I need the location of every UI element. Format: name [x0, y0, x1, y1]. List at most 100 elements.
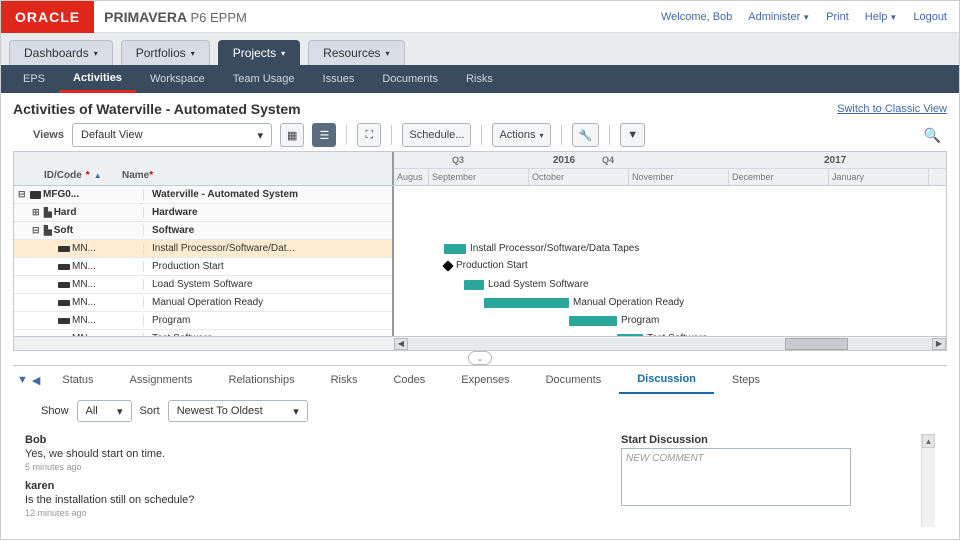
panel-prev-icon[interactable]: ◀ — [32, 374, 40, 387]
app-name: PRIMAVERA P6 EPPM — [104, 9, 247, 25]
row-id-text: MN... — [72, 333, 96, 336]
subnav-teamusage[interactable]: Team Usage — [219, 65, 309, 93]
quarter-label: Q4 — [599, 155, 694, 165]
search-icon[interactable]: 🔍 — [924, 127, 941, 144]
gantt-bar[interactable] — [484, 298, 569, 308]
splitter[interactable]: ⌄ — [13, 351, 947, 365]
collapse-panel-icon[interactable]: ▼ — [17, 374, 28, 386]
comment: BobYes, we should start on time.5 minute… — [25, 434, 601, 472]
activity-row[interactable]: MN...Program — [14, 312, 392, 330]
start-discussion-title: Start Discussion — [621, 434, 901, 446]
subnav-activities[interactable]: Activities — [59, 65, 136, 93]
gantt-bar[interactable] — [617, 334, 643, 336]
vertical-scrollbar[interactable]: ▲ — [921, 434, 935, 527]
column-name[interactable]: Name* — [114, 170, 392, 181]
dtab-documents[interactable]: Documents — [528, 366, 620, 394]
welcome-text: Welcome, Bob — [661, 11, 732, 23]
grid-view-button[interactable]: ▦ — [280, 123, 304, 147]
show-filter[interactable]: All ▾ — [77, 400, 132, 422]
settings-button[interactable]: 🔧 — [572, 123, 600, 147]
dtab-assignments[interactable]: Assignments — [112, 366, 211, 394]
caret-down-icon: ▾ — [540, 131, 544, 140]
dtab-expenses[interactable]: Expenses — [443, 366, 527, 394]
comment-author: Bob — [25, 434, 601, 446]
dtab-steps[interactable]: Steps — [714, 366, 778, 394]
dtab-relationships[interactable]: Relationships — [211, 366, 313, 394]
caret-down-icon: ▾ — [94, 49, 98, 58]
view-selector[interactable]: Default View ▾ — [72, 123, 272, 147]
activity-row[interactable]: MN...Test Software — [14, 330, 392, 336]
gantt-chart[interactable]: Install Processor/Software/Data TapesPro… — [394, 186, 946, 336]
activity-icon — [58, 264, 70, 270]
scroll-up-icon[interactable]: ▲ — [922, 434, 935, 448]
collapse-icon[interactable]: ⊟ — [18, 189, 28, 200]
dtab-discussion[interactable]: Discussion — [619, 366, 714, 394]
wbs-row[interactable]: ⊟▙ SoftSoftware — [14, 222, 392, 240]
subnav-eps[interactable]: EPS — [9, 65, 59, 93]
wbs-row[interactable]: ⊞▙ HardHardware — [14, 204, 392, 222]
bar-label: Production Start — [456, 260, 528, 271]
comment-author: karen — [25, 480, 601, 492]
fullscreen-button[interactable]: ⛶ — [357, 123, 381, 147]
row-id-text: MFG0... — [43, 189, 79, 200]
month-label: January — [829, 169, 929, 185]
scroll-thumb[interactable] — [785, 338, 848, 350]
subnav-issues[interactable]: Issues — [309, 65, 369, 93]
switch-classic-view-link[interactable]: Switch to Classic View — [837, 103, 947, 115]
filter-button[interactable]: ▼ — [620, 123, 645, 147]
administer-menu[interactable]: Administer▼ — [748, 11, 810, 23]
subnav-workspace[interactable]: Workspace — [136, 65, 219, 93]
activity-row[interactable]: MN...Manual Operation Ready — [14, 294, 392, 312]
print-link[interactable]: Print — [826, 11, 849, 23]
row-id-text: MN... — [72, 297, 96, 308]
scroll-right-icon[interactable]: ▶ — [932, 338, 946, 350]
row-name-cell: Production Start — [144, 261, 392, 272]
milestone-marker[interactable] — [442, 260, 453, 271]
divider — [561, 125, 562, 145]
dtab-status[interactable]: Status — [44, 366, 111, 394]
row-id-cell: ⊟ MFG0... — [14, 189, 144, 200]
subnav-documents[interactable]: Documents — [368, 65, 452, 93]
brand-bar: ORACLE PRIMAVERA P6 EPPM Welcome, Bob Ad… — [1, 1, 959, 33]
row-name-cell: Waterville - Automated System — [144, 189, 392, 200]
gantt-bar[interactable] — [444, 244, 466, 254]
caret-down-icon: ▾ — [281, 49, 285, 58]
column-id[interactable]: ID/Code* ▲ — [14, 170, 114, 181]
sort-asc-icon: ▲ — [94, 171, 102, 180]
schedule-button[interactable]: Schedule... — [402, 123, 471, 147]
year-label: 2016 — [529, 155, 599, 166]
gantt-bar[interactable] — [569, 316, 617, 326]
splitter-handle-icon[interactable]: ⌄ — [468, 351, 492, 365]
logout-link[interactable]: Logout — [913, 11, 947, 23]
tab-dashboards[interactable]: Dashboards▾ — [9, 40, 113, 65]
sort-filter-value: Newest To Oldest — [177, 405, 263, 417]
bar-label: Program — [621, 315, 659, 326]
tab-resources[interactable]: Resources▾ — [308, 40, 404, 65]
sort-filter[interactable]: Newest To Oldest ▾ — [168, 400, 308, 422]
activity-row[interactable]: MN...Production Start — [14, 258, 392, 276]
activity-row[interactable]: MN...Install Processor/Software/Dat... — [14, 240, 392, 258]
dtab-risks[interactable]: Risks — [313, 366, 376, 394]
horizontal-scrollbar[interactable]: ◀ ▶ — [14, 336, 946, 350]
gantt-view-button[interactable]: ☰ — [312, 123, 336, 147]
bars-icon: ☰ — [319, 129, 329, 142]
gantt-bar[interactable] — [464, 280, 484, 290]
month-label: October — [529, 169, 629, 185]
tab-portfolios[interactable]: Portfolios▾ — [121, 40, 210, 65]
tab-projects[interactable]: Projects▾ — [218, 40, 300, 65]
dtab-codes[interactable]: Codes — [375, 366, 443, 394]
subnav-risks[interactable]: Risks — [452, 65, 507, 93]
row-id-text: Soft — [54, 225, 73, 236]
expand-icon[interactable]: ⊞ — [32, 207, 42, 218]
wbs-row[interactable]: ⊟ MFG0...Waterville - Automated System — [14, 186, 392, 204]
activity-icon — [58, 336, 70, 337]
row-name-cell: Software — [144, 225, 392, 236]
expand-icon: ⛶ — [366, 129, 374, 142]
activity-row[interactable]: MN...Load System Software — [14, 276, 392, 294]
app-name-suffix: P6 EPPM — [190, 10, 246, 25]
collapse-icon[interactable]: ⊟ — [32, 225, 42, 236]
scroll-left-icon[interactable]: ◀ — [394, 338, 408, 350]
new-comment-input[interactable]: NEW COMMENT — [621, 448, 851, 506]
actions-menu[interactable]: Actions▾ — [492, 123, 550, 147]
help-menu[interactable]: Help▼ — [865, 11, 898, 23]
